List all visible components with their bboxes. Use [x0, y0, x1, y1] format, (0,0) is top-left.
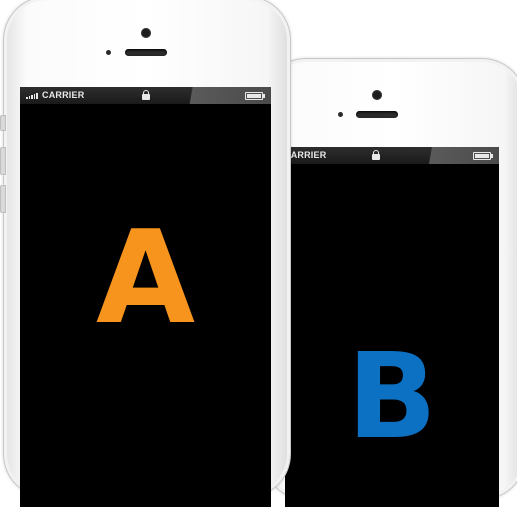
battery-icon — [245, 92, 265, 100]
status-bar: CARRIER — [20, 87, 271, 104]
front-camera-icon — [141, 28, 151, 38]
volume-down-button — [0, 185, 6, 213]
signal-bars-icon — [26, 93, 38, 99]
mute-switch — [0, 115, 6, 131]
screen-a: CARRIER A — [20, 87, 271, 507]
lock-icon — [142, 90, 150, 100]
screen-letter-b: B — [347, 327, 437, 465]
screen-b: CARRIER B — [285, 147, 499, 507]
volume-up-button — [0, 147, 6, 175]
lock-icon — [372, 150, 380, 160]
phone-mockup-a: CARRIER A — [0, 0, 291, 507]
carrier-label: CARRIER — [42, 90, 85, 100]
phone-mockup-b: CARRIER B — [262, 58, 517, 507]
battery-icon — [473, 152, 493, 160]
status-bar: CARRIER — [285, 147, 499, 164]
earpiece-speaker — [356, 111, 398, 118]
screen-letter-a: A — [95, 204, 196, 353]
proximity-sensor — [338, 112, 343, 117]
proximity-sensor — [106, 50, 111, 55]
front-camera-icon — [372, 90, 382, 100]
carrier-label: CARRIER — [285, 150, 327, 160]
earpiece-speaker — [125, 49, 167, 56]
